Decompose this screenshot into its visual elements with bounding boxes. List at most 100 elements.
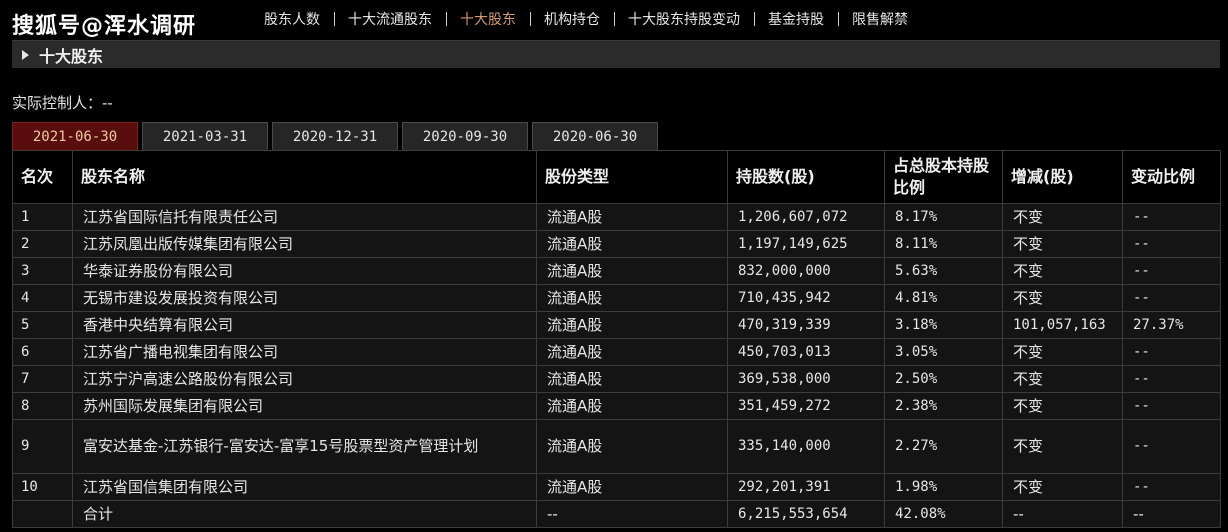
cell-share-type: 流通A股 (536, 230, 728, 258)
cell-rank: 1 (12, 203, 73, 231)
cell-change-ratio: -- (1122, 392, 1221, 420)
cell-holder-name: 富安达基金-江苏银行-富安达-富享15号股票型资产管理计划 (72, 419, 537, 474)
nav-fund-holdings[interactable]: 基金持股 (754, 9, 838, 29)
cell-change-ratio: -- (1122, 365, 1221, 393)
cell-shares-held: 832,000,000 (727, 257, 885, 285)
cell-holder-name: 江苏省广播电视集团有限公司 (72, 338, 537, 366)
cell-holding-ratio: 2.27% (884, 419, 1003, 474)
cell-change: 不变 (1002, 203, 1123, 231)
table-row: 2 江苏凤凰出版传媒集团有限公司 流通A股 1,197,149,625 8.11… (12, 230, 1221, 258)
nav-top10-holders[interactable]: 十大股东 (446, 9, 530, 29)
table-row: 5 香港中央结算有限公司 流通A股 470,319,339 3.18% 101,… (12, 311, 1221, 339)
date-tab-2021-03-31[interactable]: 2021-03-31 (142, 122, 268, 150)
cell-holding-ratio: 1.98% (884, 473, 1003, 501)
cell-change-ratio: -- (1122, 419, 1221, 474)
cell-holding-ratio: 8.17% (884, 203, 1003, 231)
date-tab-2021-06-30[interactable]: 2021-06-30 (12, 122, 138, 150)
cell-share-type: 流通A股 (536, 419, 728, 474)
date-tab-2020-09-30[interactable]: 2020-09-30 (402, 122, 528, 150)
cell-holder-name: 苏州国际发展集团有限公司 (72, 392, 537, 420)
cell-holder-name: 无锡市建设发展投资有限公司 (72, 284, 537, 312)
cell-change: 不变 (1002, 284, 1123, 312)
cell-change: 不变 (1002, 419, 1123, 474)
top-navigation: 股东人数 十大流通股东 十大股东 机构持仓 十大股东持股变动 基金持股 限售解禁 (250, 8, 922, 30)
cell-shares-held: 470,319,339 (727, 311, 885, 339)
table-row: 6 江苏省广播电视集团有限公司 流通A股 450,703,013 3.05% 不… (12, 338, 1221, 366)
table-row: 10 江苏省国信集团有限公司 流通A股 292,201,391 1.98% 不变… (12, 473, 1221, 501)
nav-institution-holdings[interactable]: 机构持仓 (530, 9, 614, 29)
table-row: 7 江苏宁沪高速公路股份有限公司 流通A股 369,538,000 2.50% … (12, 365, 1221, 393)
cell-shares-held: 1,197,149,625 (727, 230, 885, 258)
table-row: 4 无锡市建设发展投资有限公司 流通A股 710,435,942 4.81% 不… (12, 284, 1221, 312)
table-total-row: 合计 -- 6,215,553,654 42.08% -- -- (12, 500, 1221, 528)
cell-rank: 10 (12, 473, 73, 501)
cell-change: 101,057,163 (1002, 311, 1123, 339)
cell-shares-held: 710,435,942 (727, 284, 885, 312)
cell-share-type: 流通A股 (536, 473, 728, 501)
cell-change-ratio: 27.37% (1122, 311, 1221, 339)
cell-change-ratio: -- (1122, 230, 1221, 258)
date-tab-2020-06-30[interactable]: 2020-06-30 (532, 122, 658, 150)
nav-top10-float-holders[interactable]: 十大流通股东 (334, 9, 446, 29)
cell-total-shares: 6,215,553,654 (727, 500, 885, 528)
cell-shares-held: 335,140,000 (727, 419, 885, 474)
cell-total-label: 合计 (72, 500, 537, 528)
header-holding-ratio: 占总股本持股比例 (884, 150, 1003, 204)
cell-rank: 6 (12, 338, 73, 366)
cell-change-ratio: -- (1122, 500, 1221, 528)
cell-rank: 8 (12, 392, 73, 420)
cell-change: 不变 (1002, 365, 1123, 393)
nav-top10-holding-changes[interactable]: 十大股东持股变动 (614, 9, 754, 29)
header-change-ratio: 变动比例 (1122, 150, 1221, 204)
cell-rank: 9 (12, 419, 73, 474)
cell-holder-name: 香港中央结算有限公司 (72, 311, 537, 339)
cell-rank (12, 500, 73, 528)
cell-change: 不变 (1002, 338, 1123, 366)
date-tab-2020-12-31[interactable]: 2020-12-31 (272, 122, 398, 150)
cell-rank: 2 (12, 230, 73, 258)
cell-change: -- (1002, 500, 1123, 528)
cell-holder-name: 江苏凤凰出版传媒集团有限公司 (72, 230, 537, 258)
cell-holder-name: 江苏省国际信托有限责任公司 (72, 203, 537, 231)
cell-change-ratio: -- (1122, 203, 1221, 231)
cell-holding-ratio: 5.63% (884, 257, 1003, 285)
cell-shares-held: 1,206,607,072 (727, 203, 885, 231)
cell-total-ratio: 42.08% (884, 500, 1003, 528)
cell-change: 不变 (1002, 473, 1123, 501)
cell-share-type: 流通A股 (536, 284, 728, 312)
cell-holding-ratio: 4.81% (884, 284, 1003, 312)
top10-shareholders-table: 名次 股东名称 股份类型 持股数(股) 占总股本持股比例 增减(股) 变动比例 … (12, 150, 1221, 528)
table-row: 3 华泰证券股份有限公司 流通A股 832,000,000 5.63% 不变 -… (12, 257, 1221, 285)
table-header-row: 名次 股东名称 股份类型 持股数(股) 占总股本持股比例 增减(股) 变动比例 (12, 150, 1221, 204)
nav-lockup-release[interactable]: 限售解禁 (838, 9, 922, 29)
cell-holder-name: 江苏宁沪高速公路股份有限公司 (72, 365, 537, 393)
cell-share-type: 流通A股 (536, 365, 728, 393)
cell-rank: 3 (12, 257, 73, 285)
cell-rank: 4 (12, 284, 73, 312)
cell-change-ratio: -- (1122, 338, 1221, 366)
cell-holder-name: 江苏省国信集团有限公司 (72, 473, 537, 501)
shareholders-table-container: 名次 股东名称 股份类型 持股数(股) 占总股本持股比例 增减(股) 变动比例 … (12, 150, 1221, 528)
expand-triangle-icon (22, 49, 29, 60)
cell-shares-held: 351,459,272 (727, 392, 885, 420)
cell-shares-held: 369,538,000 (727, 365, 885, 393)
header-shares-held: 持股数(股) (727, 150, 885, 204)
header-share-type: 股份类型 (536, 150, 728, 204)
cell-change-ratio: -- (1122, 473, 1221, 501)
section-header[interactable]: 十大股东 (12, 40, 1220, 68)
actual-controller-text: 实际控制人：-- (12, 94, 113, 112)
section-title: 十大股东 (39, 46, 104, 66)
nav-shareholder-count[interactable]: 股东人数 (250, 9, 334, 29)
cell-share-type: 流通A股 (536, 392, 728, 420)
cell-holder-name: 华泰证券股份有限公司 (72, 257, 537, 285)
cell-shares-held: 292,201,391 (727, 473, 885, 501)
table-row: 9 富安达基金-江苏银行-富安达-富享15号股票型资产管理计划 流通A股 335… (12, 419, 1221, 474)
cell-change: 不变 (1002, 230, 1123, 258)
cell-share-type: -- (536, 500, 728, 528)
cell-holding-ratio: 2.50% (884, 365, 1003, 393)
brand-watermark: 搜狐号@浑水调研 (12, 14, 197, 39)
cell-share-type: 流通A股 (536, 203, 728, 231)
cell-change-ratio: -- (1122, 284, 1221, 312)
cell-holding-ratio: 3.05% (884, 338, 1003, 366)
cell-holding-ratio: 3.18% (884, 311, 1003, 339)
